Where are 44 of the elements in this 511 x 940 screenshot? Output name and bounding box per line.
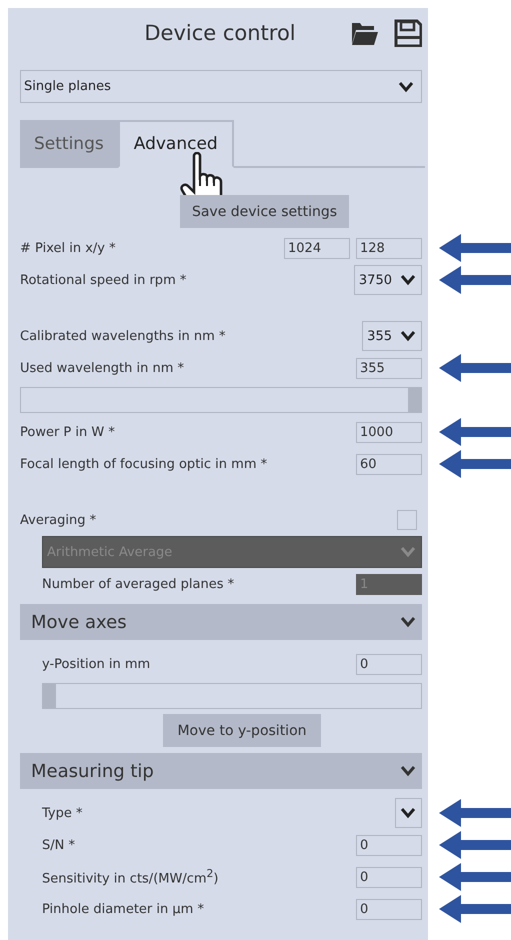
- input-field[interactable]: 60: [356, 454, 422, 474]
- section-header[interactable]: Move axes: [20, 604, 422, 640]
- chevron-down-icon: [400, 546, 416, 558]
- input-field[interactable]: 0: [356, 898, 422, 920]
- slider[interactable]: [20, 387, 422, 413]
- slider-thumb[interactable]: [43, 684, 56, 708]
- field-label: Number of averaged planes *: [42, 576, 236, 592]
- field-label: S/N *: [42, 838, 76, 852]
- field-label: Rotational speed in rpm *: [20, 272, 188, 288]
- input-field[interactable]: 0: [356, 654, 422, 674]
- input-field[interactable]: 128: [356, 238, 422, 258]
- tab[interactable]: Settings: [20, 120, 118, 168]
- section-header[interactable]: Measuring tip: [20, 753, 422, 789]
- field-label: # Pixel in x/y *: [20, 240, 117, 256]
- slider-thumb[interactable]: [408, 388, 421, 412]
- field-label: Used wavelength in nm *: [20, 360, 186, 376]
- field-label: Calibrated wavelengths in nm *: [20, 328, 226, 344]
- field-label: Type *: [42, 806, 84, 820]
- save-icon[interactable]: [394, 19, 422, 47]
- mode-dropdown[interactable]: Single planes: [20, 70, 422, 103]
- move-button[interactable]: Move to y-position: [163, 714, 321, 747]
- dropdown[interactable]: 355: [362, 321, 422, 351]
- field-label: Sensitivity in cts/(MW/cm$^{2}$): [42, 867, 220, 887]
- field-label: Pinhole diameter in µm *: [42, 902, 205, 916]
- input-field[interactable]: 1000: [356, 422, 422, 442]
- dropdown[interactable]: [395, 798, 422, 828]
- slider[interactable]: [42, 683, 422, 709]
- chevron-down-icon: [400, 330, 416, 342]
- input-field[interactable]: 355: [356, 358, 422, 378]
- tab[interactable]: Advanced: [118, 120, 234, 168]
- field-label: y-Position in mm: [42, 656, 152, 672]
- panel-title: Device control: [144, 21, 296, 45]
- chevron-down-icon: [400, 274, 416, 286]
- save-settings-button[interactable]: Save device settings: [180, 195, 350, 228]
- checkbox[interactable]: [397, 510, 417, 530]
- dropdown[interactable]: 3750: [354, 265, 422, 295]
- input-field[interactable]: 0: [356, 866, 422, 888]
- input-field[interactable]: 0: [356, 834, 422, 856]
- chevron-down-icon: [398, 80, 414, 92]
- field-label: Averaging *: [20, 512, 98, 528]
- field-label: Focal length of focusing optic in mm *: [20, 456, 268, 472]
- input-field[interactable]: 1024: [284, 238, 350, 258]
- field-label: Power P in W *: [20, 424, 116, 440]
- chevron-down-icon: [400, 807, 416, 819]
